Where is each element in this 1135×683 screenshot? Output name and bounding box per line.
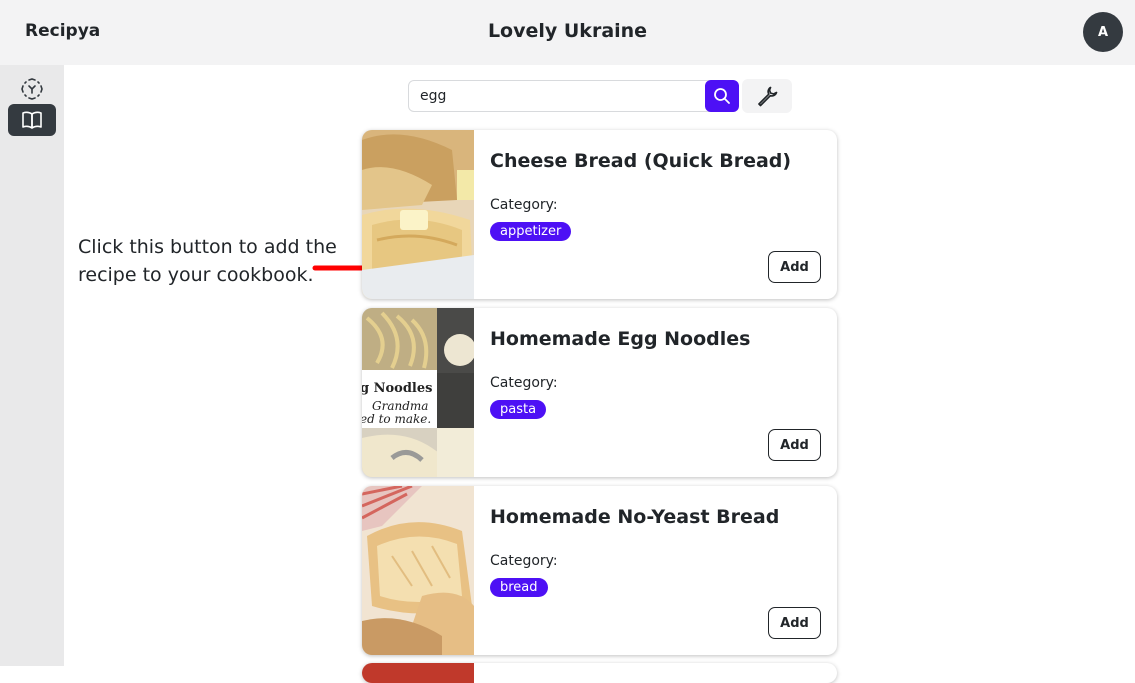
search-icon [714,88,730,104]
recipe-title[interactable]: Cheese Bread (Quick Bread) [490,150,791,172]
search-input[interactable] [409,81,705,111]
search-bar [408,80,739,112]
recipe-card[interactable]: Cheese Bread (Quick Bread) Category: app… [362,130,837,299]
category-label: Category: [490,375,558,391]
recipe-card[interactable]: g Noodles Grandma ed to make. Homemade E… [362,308,837,477]
recipe-title[interactable]: Homemade Egg Noodles [490,328,750,350]
category-label: Category: [490,197,558,213]
annotation-hint-text: Click this button to add the recipe to y… [78,236,337,286]
sidebar-item-cookbooks[interactable] [8,104,56,136]
add-recipe-button[interactable]: Add [768,429,821,461]
add-recipe-button[interactable]: Add [768,251,821,283]
category-badge: appetizer [490,222,572,241]
recipe-image-caption: ed to make. [362,412,431,426]
top-navbar: Recipya Lovely Ukraine A [0,0,1135,65]
recipe-title[interactable]: Homemade No-Yeast Bread [490,506,779,528]
wrench-icon [758,86,778,107]
book-open-icon [22,111,42,129]
recipe-image-caption: Grandma [372,399,428,413]
sidebar [0,65,64,666]
recipe-image: g Noodles Grandma ed to make. [362,308,474,477]
user-avatar[interactable]: A [1083,12,1123,52]
add-recipe-button[interactable]: Add [768,607,821,639]
advanced-search-button[interactable] [742,79,792,113]
recipe-image [362,130,474,299]
category-badge: bread [490,578,548,597]
recipe-image [362,663,474,683]
recipe-image-caption: g Noodles [362,381,432,396]
search-button[interactable] [705,80,739,112]
recipe-image [362,486,474,655]
recipe-card[interactable] [362,663,837,683]
category-label: Category: [490,553,558,569]
category-badge: pasta [490,400,547,419]
sidebar-item-scan[interactable] [8,73,56,105]
scan-icon [21,78,43,100]
page-title: Lovely Ukraine [487,20,648,42]
recipe-card[interactable]: Homemade No-Yeast Bread Category: bread … [362,486,837,655]
